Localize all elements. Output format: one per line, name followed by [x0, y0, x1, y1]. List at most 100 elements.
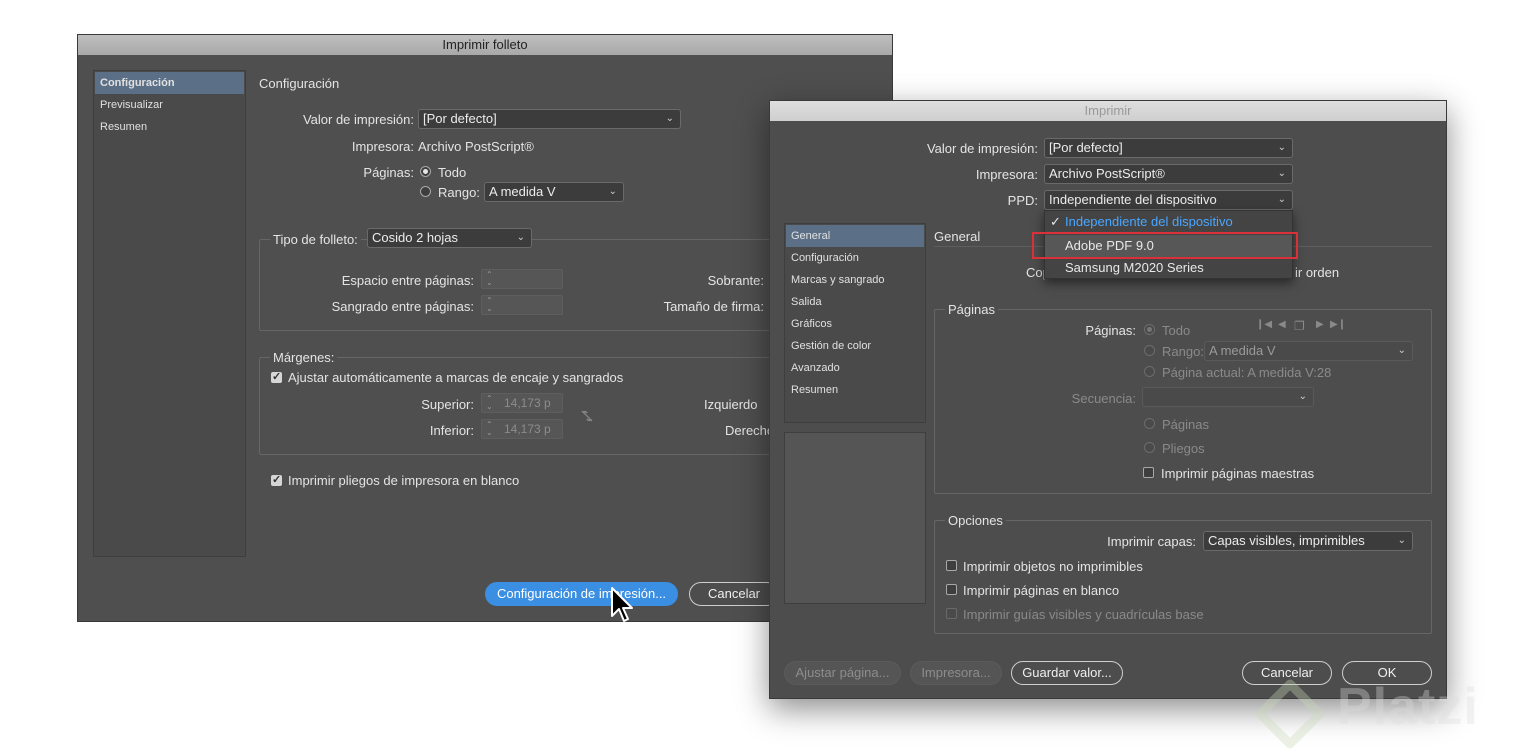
dialog-title: Imprimir folleto	[78, 35, 892, 55]
print-dialog: Imprimir Valor de impresión: [Por defect…	[769, 100, 1447, 699]
sequence-select[interactable]: ⌄	[1142, 387, 1314, 407]
dialog-title: Imprimir	[770, 101, 1446, 121]
pages-all-radio[interactable]	[420, 166, 431, 177]
pages-range-label: Rango:	[1162, 344, 1204, 359]
sidebar-item-marcas[interactable]: Marcas y sangrado	[786, 269, 924, 291]
ppd-select[interactable]: Independiente del dispositivo ⌄	[1044, 190, 1293, 210]
nonprinting-checkbox[interactable]	[946, 560, 957, 571]
sequence-label: Secuencia:	[1071, 391, 1136, 406]
next-page-icon[interactable]: ▶	[1316, 319, 1324, 330]
sidebar-item-configuracion[interactable]: Configuración	[95, 72, 244, 94]
spreads-option-radio[interactable]	[1144, 442, 1155, 453]
pages-all-radio[interactable]	[1144, 324, 1155, 335]
stepper-icon: ⌃ ⌄	[486, 270, 493, 287]
stepper-icon: ⌃ ⌄	[486, 394, 493, 411]
pages-range-label: Rango:	[438, 185, 480, 200]
pages-option-label: Páginas	[1162, 417, 1209, 432]
right-margin-label: Derecho	[725, 423, 775, 438]
top-margin-label: Superior:	[421, 397, 474, 412]
reverse-order-label: ir orden	[1295, 265, 1340, 280]
first-page-icon[interactable]: ❙◀	[1256, 319, 1272, 330]
last-page-icon[interactable]: ▶❙	[1330, 319, 1346, 330]
pages-option-radio[interactable]	[1144, 418, 1155, 429]
chevron-down-icon: ⌄	[1397, 345, 1406, 356]
printer-select[interactable]: Archivo PostScript® ⌄	[1044, 164, 1293, 184]
sidebar-item-resumen[interactable]: Resumen	[95, 116, 244, 138]
print-sidebar: General Configuración Marcas y sangrado …	[784, 223, 926, 423]
blank-pages-checkbox[interactable]	[946, 584, 957, 595]
printer-button[interactable]: Impresora...	[910, 661, 1002, 685]
chevron-down-icon: ⌄	[1397, 535, 1406, 546]
platzi-logo: Platzi	[1255, 675, 1520, 754]
current-page-radio[interactable]	[1144, 366, 1155, 377]
spreads-option-label: Pliegos	[1162, 441, 1205, 456]
pages-all-label: Todo	[1162, 323, 1191, 338]
ppd-option-samsung[interactable]: Samsung M2020 Series	[1045, 257, 1292, 279]
pages-label: Páginas:	[363, 165, 414, 180]
chevron-down-icon: ⌄	[1298, 391, 1307, 402]
bottom-margin-field[interactable]: ⌃ ⌄ 14,173 p	[481, 419, 563, 439]
sidebar-item-previsualizar[interactable]: Previsualizar	[95, 94, 244, 116]
pages-range-radio[interactable]	[1144, 345, 1155, 356]
margins-label: Márgenes:	[270, 350, 338, 365]
printer-value: Archivo PostScript®	[418, 139, 534, 154]
preview-pane	[784, 432, 926, 604]
sidebar-item-avanzado[interactable]: Avanzado	[786, 357, 924, 379]
auto-adjust-label: Ajustar automáticamente a marcas de enca…	[288, 370, 624, 385]
mouse-cursor-icon	[610, 586, 636, 628]
space-between-spinner[interactable]: ⌃ ⌄	[481, 269, 563, 289]
chevron-down-icon: ⌄	[516, 232, 525, 243]
creep-label: Sobrante:	[707, 273, 764, 288]
chevron-down-icon: ⌄	[1277, 168, 1286, 179]
ppd-option-independiente[interactable]: ✓ Independiente del dispositivo	[1045, 211, 1292, 233]
booklet-cancel-button[interactable]: Cancelar	[689, 582, 779, 606]
booklet-type-select[interactable]: Cosido 2 hojas ⌄	[367, 228, 532, 248]
master-pages-checkbox[interactable]	[1143, 467, 1154, 478]
chevron-down-icon: ⌄	[608, 186, 617, 197]
booklet-sidebar: Configuración Previsualizar Resumen	[93, 70, 246, 557]
blank-pages-label: Imprimir páginas en blanco	[963, 583, 1120, 598]
spreads-icon[interactable]: ❐	[1294, 319, 1305, 333]
bleed-between-spinner[interactable]: ⌃ ⌄	[481, 295, 563, 315]
sidebar-item-salida[interactable]: Salida	[786, 291, 924, 313]
page-setup-button[interactable]: Ajustar página...	[784, 661, 901, 685]
print-layers-select[interactable]: Capas visibles, imprimibles ⌄	[1203, 531, 1413, 551]
nonprinting-label: Imprimir objetos no imprimibles	[963, 559, 1143, 574]
auto-adjust-checkbox[interactable]	[271, 370, 282, 383]
save-preset-button[interactable]: Guardar valor...	[1011, 661, 1123, 685]
pages-range-select[interactable]: A medida V ⌄	[1204, 341, 1413, 361]
ppd-label: PPD:	[1007, 193, 1038, 208]
chevron-down-icon: ⌄	[665, 113, 674, 124]
sidebar-item-gestion-color[interactable]: Gestión de color	[786, 335, 924, 357]
top-margin-field[interactable]: ⌃ ⌄ 14,173 p	[481, 393, 563, 413]
section-title: General	[934, 229, 981, 244]
blank-spreads-checkbox[interactable]	[271, 473, 282, 486]
print-preset-select[interactable]: [Por defecto] ⌄	[418, 109, 681, 129]
previous-page-icon[interactable]: ◀	[1278, 319, 1286, 330]
signature-size-label: Tamaño de firma:	[663, 299, 764, 314]
left-margin-label: Izquierdo	[704, 397, 758, 412]
pages-all-label: Todo	[438, 165, 467, 180]
stepper-icon: ⌃ ⌄	[486, 420, 493, 437]
options-group-label: Opciones	[945, 513, 1006, 528]
chevron-down-icon: ⌄	[1277, 142, 1286, 153]
print-preset-select[interactable]: [Por defecto] ⌄	[1044, 138, 1293, 158]
guides-checkbox[interactable]	[946, 608, 957, 619]
booklet-type-label: Tipo de folleto:	[270, 232, 361, 247]
bottom-margin-label: Inferior:	[429, 423, 474, 438]
checkmark-icon: ✓	[1050, 214, 1061, 229]
chevron-down-icon: ⌄	[1277, 194, 1286, 205]
sidebar-item-configuracion[interactable]: Configuración	[786, 247, 924, 269]
unlink-icon[interactable]	[580, 409, 594, 423]
master-pages-label: Imprimir páginas maestras	[1161, 466, 1315, 481]
pages-label: Páginas:	[1085, 323, 1136, 338]
guides-label: Imprimir guías visibles y cuadrículas ba…	[963, 607, 1204, 622]
pages-range-select[interactable]: A medida V ⌄	[484, 182, 624, 202]
printer-label: Impresora:	[351, 139, 414, 154]
pages-group-label: Páginas	[945, 302, 998, 317]
sidebar-item-graficos[interactable]: Gráficos	[786, 313, 924, 335]
sidebar-item-resumen[interactable]: Resumen	[786, 379, 924, 401]
pages-range-radio[interactable]	[420, 186, 431, 197]
print-settings-button[interactable]: Configuración de impresión...	[485, 582, 678, 606]
sidebar-item-general[interactable]: General	[786, 225, 924, 247]
